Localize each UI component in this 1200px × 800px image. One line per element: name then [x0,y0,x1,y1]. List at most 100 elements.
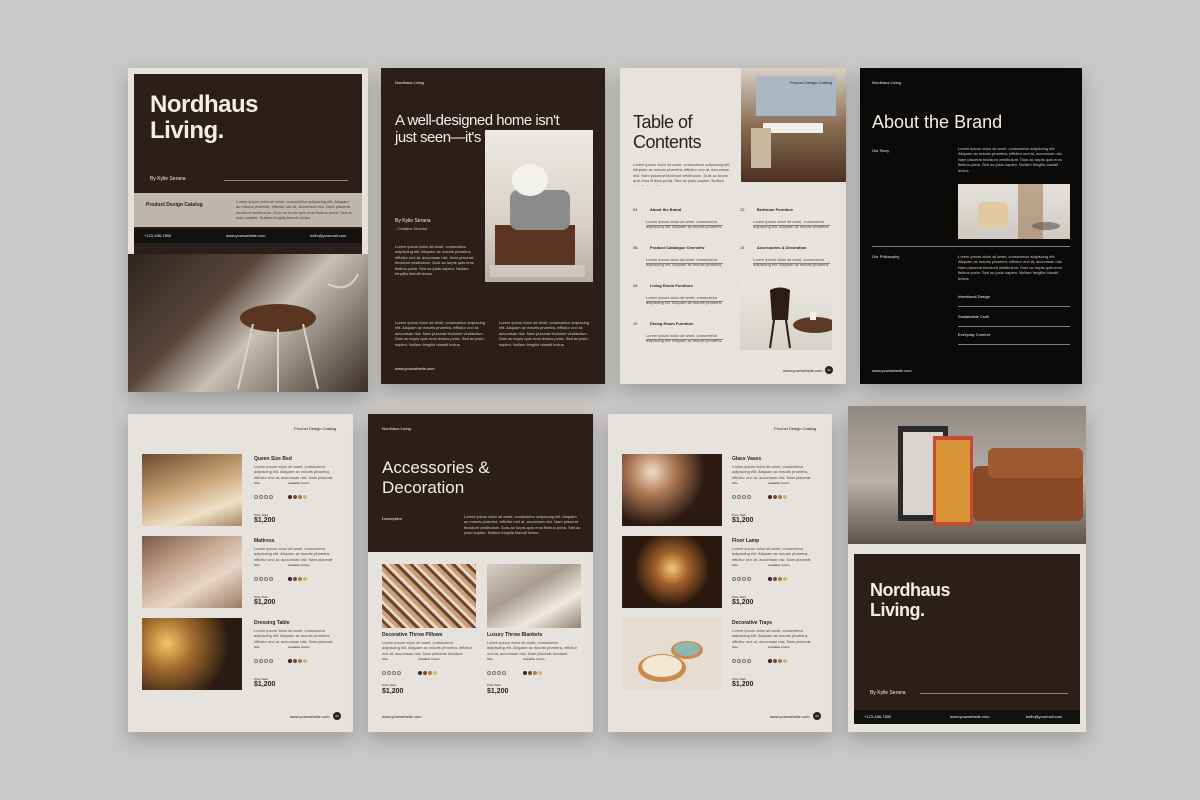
intro-author: By Kylie Serana [395,218,431,224]
product-price: $1,200 [254,681,276,688]
toc-item-num: 10 [633,321,638,326]
product-price: $1,200 [732,517,754,524]
color-swatches[interactable] [288,650,308,668]
toc-page: Table of Contents Product Design Catalog… [620,68,846,384]
toc-chair-photo [740,280,832,350]
toc-page-badge: 01 [825,366,833,374]
cover-email[interactable]: hello@yourmail.com [310,233,346,239]
cover-website[interactable]: www.yourwebsite.com [226,233,266,239]
color-swatches[interactable] [418,662,438,680]
decor-header: Product Design Catalog [774,426,817,431]
product-photo-mattress [142,536,242,608]
product-card[interactable]: Mattress Lorem ipsum dolor sit amet, con… [142,536,342,610]
back-sofa-photo [848,406,1086,544]
product-card[interactable]: Queen Size Bed Lorem ipsum dolor sit ame… [142,454,342,528]
cover-phone[interactable]: +123-456-7890 [144,233,171,239]
back-phone[interactable]: +123-456-7890 [864,714,891,720]
size-options[interactable] [382,662,402,680]
product-photo-dressing-table [142,618,242,690]
bedroom-website[interactable]: www.yourwebsite.com [290,714,330,720]
about-website[interactable]: www.yourwebsite.com [872,368,912,374]
product-card[interactable]: Decorative Trays Lorem ipsum dolor sit a… [622,618,822,692]
product-photo-throw-pillows [382,564,476,628]
intro-page: Nordhaus Living A well-designed home isn… [381,68,605,384]
size-options[interactable] [732,568,752,586]
toc-item-num: 12 [740,207,745,212]
size-options[interactable] [254,568,274,586]
toc-item[interactable]: 06 Product Catalogue Overview Lorem ipsu… [633,236,723,268]
product-price: $1,200 [382,688,404,695]
intro-website[interactable]: www.yourwebsite.com [395,366,435,372]
toc-intro-text: Lorem ipsum dolor sit amet, consectetur … [633,162,731,186]
decor-website[interactable]: www.yourwebsite.com [770,714,810,720]
toc-item[interactable]: 04 About the Brand Lorem ipsum dolor sit… [633,198,723,230]
color-swatches[interactable] [288,568,308,586]
about-philosophy-text: Lorem ipsum dolor sit amet, consectetur … [958,254,1063,281]
product-name: Decorative Trays [732,620,773,626]
back-title-block: Nordhaus Living. By Kylie Serana [854,554,1080,710]
toc-item-label: Accessories & Decoration [756,245,807,250]
about-story-text: Lorem ipsum dolor sit amet, consectetur … [958,146,1063,173]
toc-website[interactable]: www.yourwebsite.com [783,368,823,374]
cover-catalog-text: Lorem ipsum dolor sit amet, consectetur … [236,199,353,221]
product-card[interactable]: Glass Vases Lorem ipsum dolor sit amet, … [622,454,822,528]
intro-lorem-3: Lorem ipsum dolor sit amet, consectetur … [499,320,590,347]
size-options[interactable] [254,650,274,668]
product-price: $1,200 [254,517,276,524]
cover-contact-bar: +123-456-7890 www.yourwebsite.com hello@… [134,229,362,243]
product-card[interactable]: Luxury Throw Blankets Lorem ipsum dolor … [487,564,581,704]
product-photo-floor-lamp [622,536,722,608]
toc-item[interactable]: 12 Bedroom Furniture Lorem ipsum dolor s… [740,198,830,230]
intro-role: - Creative Director [395,226,428,231]
intro-lorem-2: Lorem ipsum dolor sit amet, consectetur … [395,320,486,347]
size-options[interactable] [254,486,274,504]
toc-item-num: 14 [740,245,745,250]
toc-item[interactable]: 14 Accessories & Decoration Lorem ipsum … [740,236,830,268]
accessories-website[interactable]: www.yourwebsite.com [382,714,422,720]
back-email[interactable]: hello@yourmail.com [1026,714,1062,720]
product-photo-decorative-trays [622,618,722,690]
cover-brand-title: Nordhaus Living. [150,91,259,144]
color-swatches[interactable] [768,650,788,668]
color-swatches[interactable] [768,486,788,504]
about-title: About the Brand [872,112,1003,132]
back-website[interactable]: www.yourwebsite.com [950,714,990,720]
product-name: Queen Size Bed [254,456,292,462]
intro-sofa-photo [485,130,593,282]
accessories-page: Nordhaus Living Accessories & Decoration… [368,414,593,732]
accessories-header-block: Nordhaus Living Accessories & Decoration… [368,414,593,552]
toc-item-num: 08 [633,283,638,288]
product-card[interactable]: Floor Lamp Lorem ipsum dolor sit amet, c… [622,536,822,610]
toc-item-label: About the Brand [649,207,682,212]
toc-item[interactable]: 10 Dining Room Furniture Lorem ipsum dol… [633,312,723,344]
accessories-title: Accessories & Decoration [382,458,490,497]
about-page: Nordhaus Living About the Brand Our Stor… [860,68,1082,384]
cover-stool-photo [128,254,368,392]
toc-item[interactable]: 08 Living Room Furniture Lorem ipsum dol… [633,274,723,306]
product-card[interactable]: Dressing Table Lorem ipsum dolor sit ame… [142,618,342,692]
accessories-description-text: Lorem ipsum dolor sit amet, consectetur … [464,514,581,536]
about-point-3: Everyday Comfort [958,332,991,337]
product-photo-bed [142,454,242,526]
about-point-2: Sustainable Craft [958,314,989,319]
product-card[interactable]: Decorative Throw Pillows Lorem ipsum dol… [382,564,476,704]
size-options[interactable] [487,662,507,680]
product-price: $1,200 [732,681,754,688]
bedroom-header: Product Design Catalog [294,426,337,431]
size-options[interactable] [732,486,752,504]
color-swatches[interactable] [523,662,543,680]
cover-catalog-band: Product Design Catalog Lorem ipsum dolor… [134,193,362,227]
product-name: Mattress [254,538,275,544]
size-options[interactable] [732,650,752,668]
product-name: Decorative Throw Pillows [382,632,443,638]
back-cover-page: Nordhaus Living. By Kylie Serana +123-45… [848,406,1086,732]
bedroom-page: Product Design Catalog Queen Size Bed Lo… [128,414,353,732]
color-swatches[interactable] [768,568,788,586]
product-price: $1,200 [487,688,509,695]
toc-item-num: 06 [633,245,638,250]
toc-title: Table of Contents [633,112,702,152]
toc-item-label: Bedroom Furniture [756,207,794,212]
cover-author: By Kylie Serana [150,176,186,182]
color-swatches[interactable] [288,486,308,504]
product-name: Luxury Throw Blankets [487,632,543,638]
